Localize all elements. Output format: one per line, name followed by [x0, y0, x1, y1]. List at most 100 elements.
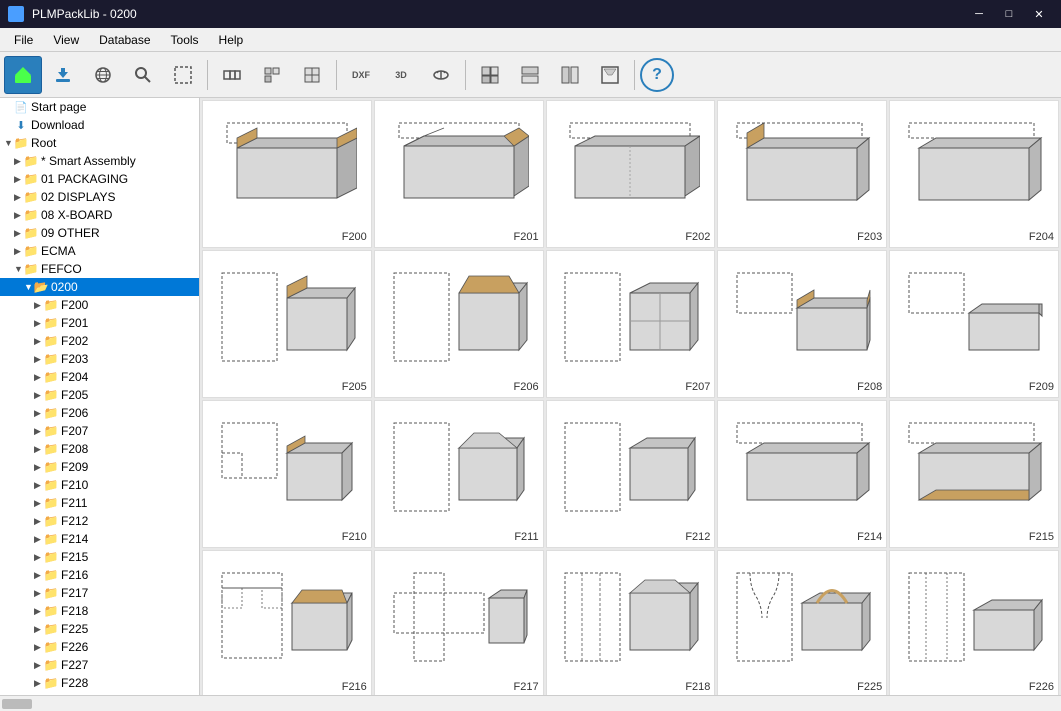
view2-button[interactable] [511, 56, 549, 94]
sidebar-scroll[interactable]: 📄 Start page ⬇ Download ▼ 📁 Root ▶ 📁 * S… [0, 98, 199, 695]
thumb-f211[interactable]: F211 [374, 400, 544, 548]
thumb-f225[interactable]: F225 [717, 550, 887, 695]
sidebar-item-f205[interactable]: ▶ 📁 F205 [0, 386, 199, 404]
thumb-f204[interactable]: F204 [889, 100, 1059, 248]
thumb-f226[interactable]: F226 [889, 550, 1059, 695]
sidebar-item-f201[interactable]: ▶ 📁 F201 [0, 314, 199, 332]
thumb-label-f215: F215 [1029, 531, 1054, 543]
sidebar-item-f212[interactable]: ▶ 📁 F212 [0, 512, 199, 530]
menu-file[interactable]: File [4, 31, 43, 49]
sidebar-item-smart-assembly[interactable]: ▶ 📁 * Smart Assembly [0, 152, 199, 170]
sidebar-item-f203[interactable]: ▶ 📁 F203 [0, 350, 199, 368]
sidebar-item-f217[interactable]: ▶ 📁 F217 [0, 584, 199, 602]
maximize-button[interactable]: □ [995, 4, 1023, 24]
folder-icon: 📁 [44, 298, 58, 312]
scroll-thumb[interactable] [2, 699, 32, 709]
sidebar-item-f227[interactable]: ▶ 📁 F227 [0, 656, 199, 674]
search-button[interactable] [124, 56, 162, 94]
thumb-f209[interactable]: F209 [889, 250, 1059, 398]
folder-icon: 📁 [24, 154, 38, 168]
view1-button[interactable] [471, 56, 509, 94]
sidebar-item-f215[interactable]: ▶ 📁 F215 [0, 548, 199, 566]
tree-arrow: ▶ [34, 642, 44, 653]
thumb-f205[interactable]: F205 [202, 250, 372, 398]
sidebar-item-f208[interactable]: ▶ 📁 F208 [0, 440, 199, 458]
thumb-f200[interactable]: F200 [202, 100, 372, 248]
select-button[interactable] [164, 56, 202, 94]
window-controls: ─ □ ✕ [965, 4, 1053, 24]
sidebar-item-f216[interactable]: ▶ 📁 F216 [0, 566, 199, 584]
folder-icon: 📁 [44, 640, 58, 654]
export-dxf-button[interactable]: DXF [342, 56, 380, 94]
web-button[interactable] [84, 56, 122, 94]
minimize-button[interactable]: ─ [965, 4, 993, 24]
sidebar-item-f225[interactable]: ▶ 📁 F225 [0, 620, 199, 638]
sidebar-item-f207[interactable]: ▶ 📁 F207 [0, 422, 199, 440]
export-3d-button[interactable]: 3D [382, 56, 420, 94]
tree-arrow: ▶ [34, 552, 44, 563]
thumb-f203[interactable]: F203 [717, 100, 887, 248]
thumb-f215[interactable]: F215 [889, 400, 1059, 548]
thumb-f218[interactable]: F218 [546, 550, 716, 695]
thumbnail-grid: F200 F201 [202, 100, 1059, 695]
sidebar-item-start-page[interactable]: 📄 Start page [0, 98, 199, 116]
sidebar-item-f211[interactable]: ▶ 📁 F211 [0, 494, 199, 512]
thumb-f207[interactable]: F207 [546, 250, 716, 398]
folder-icon: 📁 [44, 676, 58, 690]
menu-help[interactable]: Help [209, 31, 254, 49]
content-area[interactable]: F200 F201 [200, 98, 1061, 695]
thumb-img-f208 [722, 255, 882, 381]
sidebar-item-root[interactable]: ▼ 📁 Root [0, 134, 199, 152]
horizontal-scrollbar[interactable] [0, 695, 1061, 711]
view3-button[interactable] [551, 56, 589, 94]
sidebar-item-fefco[interactable]: ▼ 📁 FEFCO [0, 260, 199, 278]
sidebar-item-f206[interactable]: ▶ 📁 F206 [0, 404, 199, 422]
sidebar-item-01-packaging[interactable]: ▶ 📁 01 PACKAGING [0, 170, 199, 188]
thumb-f202[interactable]: F202 [546, 100, 716, 248]
sidebar-label-f218: F218 [61, 604, 88, 618]
sidebar-item-f204[interactable]: ▶ 📁 F204 [0, 368, 199, 386]
thumb-f214[interactable]: F214 [717, 400, 887, 548]
sidebar-item-f200[interactable]: ▶ 📁 F200 [0, 296, 199, 314]
menu-view[interactable]: View [43, 31, 89, 49]
sidebar-item-f202[interactable]: ▶ 📁 F202 [0, 332, 199, 350]
home-button[interactable] [4, 56, 42, 94]
folder-icon: 📁 [24, 172, 38, 186]
thumb-f208[interactable]: F208 [717, 250, 887, 398]
thumb-f212[interactable]: F212 [546, 400, 716, 548]
fold-button[interactable] [253, 56, 291, 94]
thumb-label-f226: F226 [1029, 681, 1054, 693]
thumb-f216[interactable]: F216 [202, 550, 372, 695]
thumb-f217[interactable]: F217 [374, 550, 544, 695]
sidebar-item-f226[interactable]: ▶ 📁 F226 [0, 638, 199, 656]
sidebar-item-f210[interactable]: ▶ 📁 F210 [0, 476, 199, 494]
sidebar-label-ecma: ECMA [41, 244, 76, 258]
dieline-button[interactable] [213, 56, 251, 94]
download-button[interactable] [44, 56, 82, 94]
folder-icon: 📁 [44, 388, 58, 402]
sidebar-item-f209[interactable]: ▶ 📁 F209 [0, 458, 199, 476]
menu-database[interactable]: Database [89, 31, 160, 49]
thumb-f210[interactable]: F210 [202, 400, 372, 548]
thumb-f201[interactable]: F201 [374, 100, 544, 248]
sidebar-item-f214[interactable]: ▶ 📁 F214 [0, 530, 199, 548]
sidebar-item-09-other[interactable]: ▶ 📁 09 OTHER [0, 224, 199, 242]
sidebar-item-f218[interactable]: ▶ 📁 F218 [0, 602, 199, 620]
sidebar-item-0200[interactable]: ▼ 📂 0200 [0, 278, 199, 296]
folder-icon: 📁 [44, 478, 58, 492]
close-button[interactable]: ✕ [1025, 4, 1053, 24]
sidebar-item-f228[interactable]: ▶ 📁 F228 [0, 674, 199, 692]
3d-rotate-button[interactable] [422, 56, 460, 94]
sidebar-label-f217: F217 [61, 586, 88, 600]
fold2-button[interactable] [293, 56, 331, 94]
thumb-f206[interactable]: F206 [374, 250, 544, 398]
help-button[interactable]: ? [640, 58, 674, 92]
sidebar-item-download[interactable]: ⬇ Download [0, 116, 199, 134]
sidebar-label-f202: F202 [61, 334, 88, 348]
view4-button[interactable] [591, 56, 629, 94]
folder-icon: 📁 [44, 604, 58, 618]
sidebar-item-02-displays[interactable]: ▶ 📁 02 DISPLAYS [0, 188, 199, 206]
sidebar-item-08-xboard[interactable]: ▶ 📁 08 X-BOARD [0, 206, 199, 224]
menu-tools[interactable]: Tools [161, 31, 209, 49]
sidebar-item-ecma[interactable]: ▶ 📁 ECMA [0, 242, 199, 260]
